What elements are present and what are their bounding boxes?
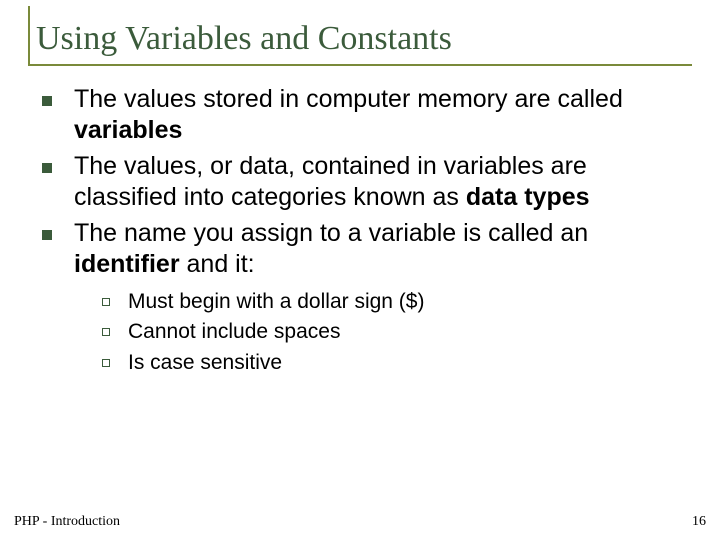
list-item: Must begin with a dollar sign ($) bbox=[102, 289, 692, 315]
text-bold: data types bbox=[466, 183, 590, 211]
list-item: The name you assign to a variable is cal… bbox=[42, 218, 692, 279]
sub-bullet-icon bbox=[102, 328, 110, 336]
list-item: The values stored in computer memory are… bbox=[42, 84, 692, 145]
list-item: Is case sensitive bbox=[102, 350, 692, 376]
bullet-text: The values stored in computer memory are… bbox=[74, 84, 692, 145]
bullet-text: The values, or data, contained in variab… bbox=[74, 151, 692, 212]
bullet-text: The name you assign to a variable is cal… bbox=[74, 218, 692, 279]
sub-list: Must begin with a dollar sign ($) Cannot… bbox=[42, 289, 692, 376]
sub-text: Must begin with a dollar sign ($) bbox=[128, 289, 424, 315]
slide: Using Variables and Constants The values… bbox=[0, 0, 720, 540]
footer-left: PHP - Introduction bbox=[14, 514, 120, 530]
list-item: Cannot include spaces bbox=[102, 319, 692, 345]
content-area: The values stored in computer memory are… bbox=[28, 84, 692, 376]
bullet-icon bbox=[42, 230, 52, 240]
title-container: Using Variables and Constants bbox=[28, 16, 692, 66]
page-number: 16 bbox=[692, 514, 706, 530]
footer: PHP - Introduction 16 bbox=[14, 514, 706, 530]
bullet-icon bbox=[42, 96, 52, 106]
sub-bullet-icon bbox=[102, 298, 110, 306]
slide-title: Using Variables and Constants bbox=[30, 16, 692, 58]
sub-text: Is case sensitive bbox=[128, 350, 282, 376]
text-run: The name you assign to a variable is cal… bbox=[74, 219, 588, 247]
sub-bullet-icon bbox=[102, 359, 110, 367]
list-item: The values, or data, contained in variab… bbox=[42, 151, 692, 212]
text-run: The values stored in computer memory are… bbox=[74, 85, 623, 113]
text-bold: identifier bbox=[74, 250, 180, 278]
text-run: and it: bbox=[180, 250, 255, 278]
bullet-icon bbox=[42, 163, 52, 173]
text-bold: variables bbox=[74, 116, 182, 144]
sub-text: Cannot include spaces bbox=[128, 319, 340, 345]
